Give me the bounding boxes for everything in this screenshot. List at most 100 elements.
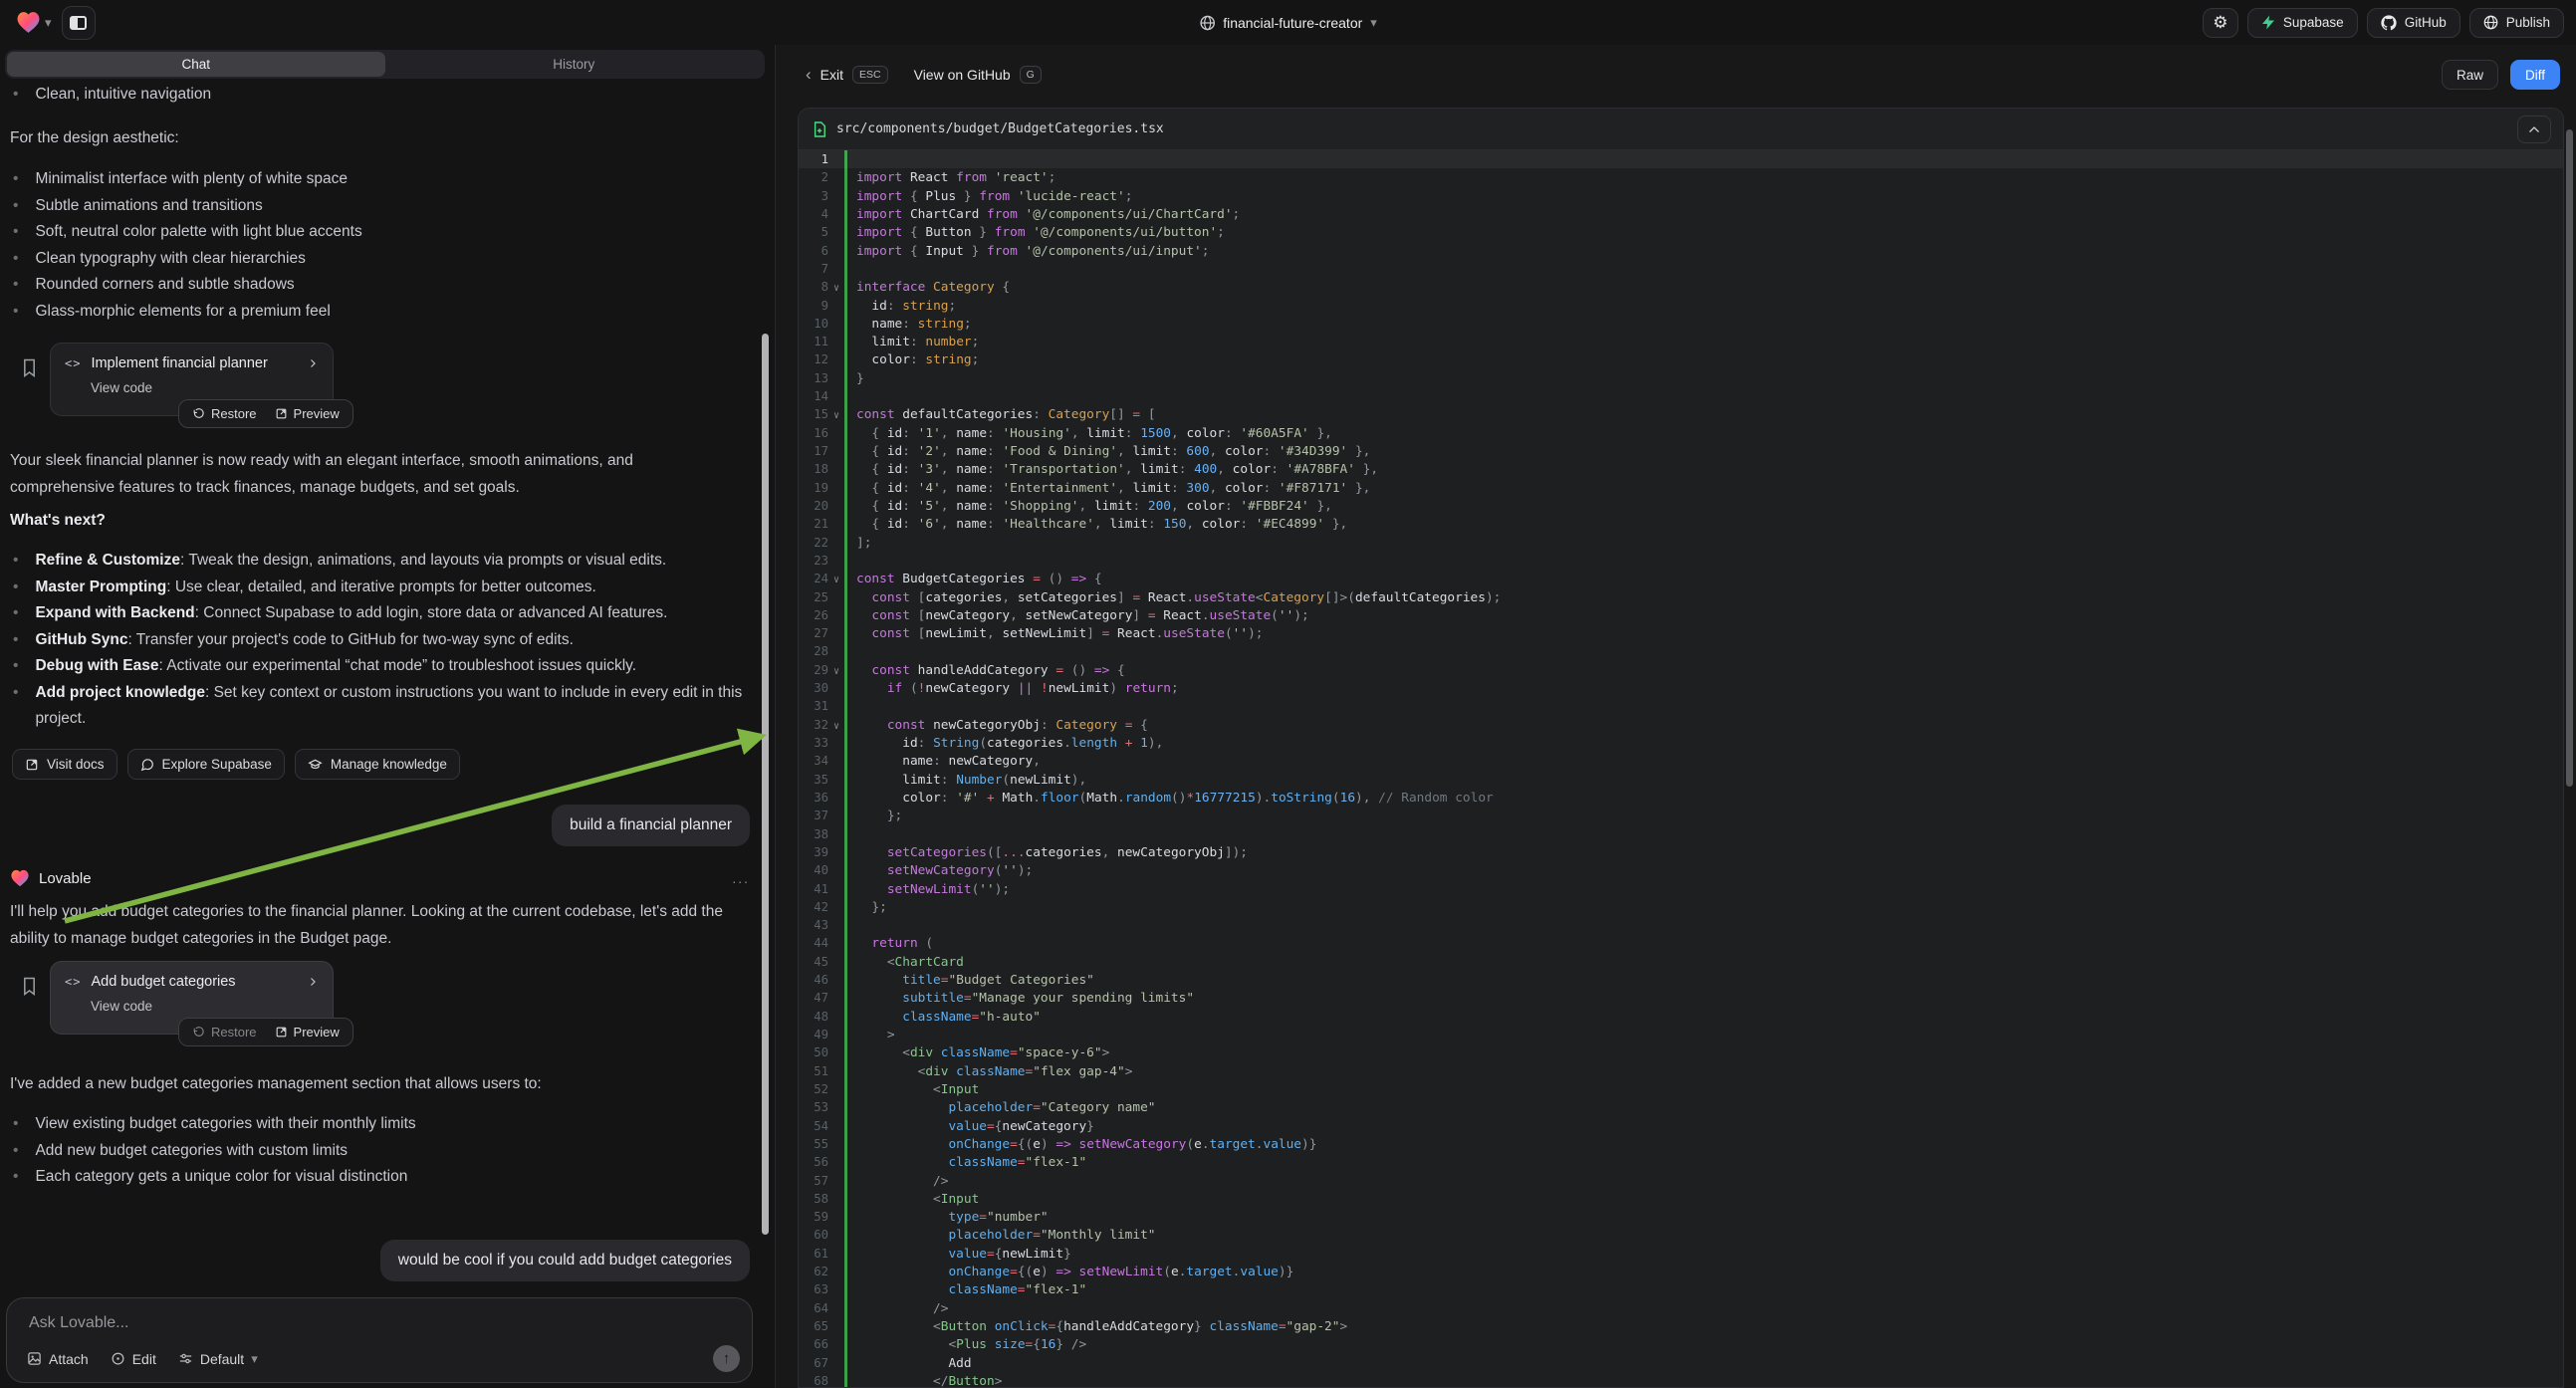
bullet-icon: •: [13, 166, 18, 193]
code-text: if (!newCategory || !newLimit) return;: [844, 681, 1179, 696]
line-number: 57: [799, 1172, 828, 1190]
chevron-down-icon: ▾: [1370, 15, 1377, 31]
globe-icon: [2483, 15, 2498, 30]
external-link-icon: [275, 1026, 288, 1039]
chat-scrollbar[interactable]: [762, 334, 769, 1235]
list-item: •Each category gets a unique color for v…: [13, 1164, 416, 1191]
line-number: 13: [799, 369, 828, 387]
code-text: setCategories([...categories, newCategor…: [844, 845, 1248, 860]
code-line: 14: [799, 387, 2563, 405]
chevron-up-icon: [2528, 125, 2540, 133]
line-number: 28: [799, 642, 828, 660]
lovable-logo-menu[interactable]: ▾: [16, 11, 52, 34]
assistant-header: Lovable ...: [10, 869, 750, 887]
code-text: return (: [844, 936, 933, 951]
restore-preview-pill: Restore Preview: [178, 399, 353, 428]
project-switcher[interactable]: financial-future-creator ▾: [1199, 0, 1377, 45]
diff-toggle-button[interactable]: Diff: [2510, 60, 2560, 90]
code-line: 19 { id: '4', name: 'Entertainment', lim…: [799, 479, 2563, 497]
preview-label: Preview: [294, 1025, 340, 1040]
chevron-left-icon: ‹: [806, 65, 812, 85]
file-path: src/components/budget/BudgetCategories.t…: [836, 121, 1164, 136]
supabase-button[interactable]: Supabase: [2247, 8, 2358, 38]
restore-button[interactable]: Restore: [192, 406, 257, 421]
code-scrollbar[interactable]: [2566, 129, 2573, 787]
code-text: const [categories, setCategories] = Reac…: [844, 590, 1501, 605]
line-number: 27: [799, 624, 828, 642]
exit-button[interactable]: ‹ Exit ESC: [806, 65, 888, 85]
code-line: 48 className="h-auto": [799, 1008, 2563, 1026]
line-number: 33: [799, 734, 828, 752]
code-line: 21 { id: '6', name: 'Healthcare', limit:…: [799, 515, 2563, 533]
code-line: 58 <Input: [799, 1190, 2563, 1208]
code-text: { id: '1', name: 'Housing', limit: 1500,…: [844, 426, 1332, 441]
attach-button[interactable]: Attach: [27, 1351, 89, 1367]
line-number: 9: [799, 297, 828, 315]
code-text: { id: '6', name: 'Healthcare', limit: 15…: [844, 517, 1347, 532]
preview-button[interactable]: Preview: [275, 406, 340, 421]
assistant-paragraph: I've added a new budget categories manag…: [10, 1070, 747, 1097]
line-number: 66: [799, 1335, 828, 1353]
code-text: [844, 918, 856, 933]
line-number: 60: [799, 1226, 828, 1244]
github-label: GitHub: [2405, 15, 2447, 30]
code-line: 42 };: [799, 898, 2563, 916]
bullet-icon: •: [13, 575, 18, 601]
view-code-link[interactable]: View code: [91, 999, 319, 1014]
message-menu-icon[interactable]: ...: [732, 870, 750, 886]
list-item-text: Soft, neutral color palette with light b…: [35, 219, 361, 246]
code-line: 56 className="flex-1": [799, 1153, 2563, 1171]
code-icon: <>: [65, 356, 81, 370]
collapse-file-button[interactable]: [2517, 116, 2551, 143]
design-bullet-list: •Minimalist interface with plenty of whi…: [13, 166, 362, 325]
preview-button[interactable]: Preview: [275, 1025, 340, 1040]
publish-button[interactable]: Publish: [2469, 8, 2564, 38]
panel-icon: [70, 16, 87, 30]
tab-chat[interactable]: Chat: [7, 52, 385, 77]
tab-history[interactable]: History: [385, 52, 764, 77]
line-number: 56: [799, 1153, 828, 1171]
toggle-sidebar-button[interactable]: [62, 6, 96, 40]
view-code-link[interactable]: View code: [91, 380, 319, 395]
code-text: limit: Number(newLimit),: [844, 773, 1086, 788]
code-text: { id: '3', name: 'Transportation', limit…: [844, 462, 1378, 477]
code-text: <Button onClick={handleAddCategory} clas…: [844, 1319, 1347, 1334]
edit-button[interactable]: Edit: [111, 1351, 156, 1367]
code-line: 68 </Button>: [799, 1372, 2563, 1388]
chevron-down-icon: ▾: [45, 15, 52, 31]
explore-supabase-button[interactable]: Explore Supabase: [127, 749, 285, 780]
code-line: 4import ChartCard from '@/components/ui/…: [799, 205, 2563, 223]
line-number: 58: [799, 1190, 828, 1208]
code-line: 29∨ const handleAddCategory = () => {: [799, 661, 2563, 679]
code-line: 66 <Plus size={16} />: [799, 1335, 2563, 1353]
code-line: 51 <div className="flex gap-4">: [799, 1062, 2563, 1080]
chat-panel: Chat History • Clean, intuitive navigati…: [0, 45, 775, 1388]
composer[interactable]: Ask Lovable... Attach Edit Default ▾ ↑: [6, 1297, 753, 1383]
raw-toggle-button[interactable]: Raw: [2442, 60, 2498, 90]
list-item: •Clean typography with clear hierarchies: [13, 246, 362, 273]
code-text: className="h-auto": [844, 1010, 1041, 1025]
bullet-icon: •: [13, 299, 18, 326]
code-line: 50 <div className="space-y-6">: [799, 1043, 2563, 1061]
code-text: [844, 262, 856, 277]
bookmark-icon[interactable]: [22, 358, 37, 377]
chat-input-placeholder[interactable]: Ask Lovable...: [29, 1314, 129, 1332]
bullet-icon: •: [13, 680, 18, 733]
bookmark-icon[interactable]: [22, 977, 37, 996]
manage-knowledge-button[interactable]: Manage knowledge: [295, 749, 460, 780]
view-on-github-button[interactable]: View on GitHub G: [914, 66, 1042, 84]
file-added-icon: [813, 121, 826, 137]
model-selector[interactable]: Default ▾: [178, 1351, 258, 1367]
code-text: [844, 554, 856, 569]
settings-button[interactable]: ⚙: [2203, 8, 2238, 38]
send-button[interactable]: ↑: [713, 1345, 740, 1372]
target-icon: [111, 1351, 125, 1366]
visit-docs-button[interactable]: Visit docs: [12, 749, 117, 780]
file-header[interactable]: src/components/budget/BudgetCategories.t…: [799, 109, 2563, 150]
github-button[interactable]: GitHub: [2367, 8, 2460, 38]
restore-button[interactable]: Restore: [192, 1025, 257, 1040]
code-text: import { Plus } from 'lucide-react';: [844, 189, 1132, 204]
bullet-icon: •: [13, 627, 18, 654]
line-number: 8: [799, 278, 828, 296]
line-number: 7: [799, 260, 828, 278]
